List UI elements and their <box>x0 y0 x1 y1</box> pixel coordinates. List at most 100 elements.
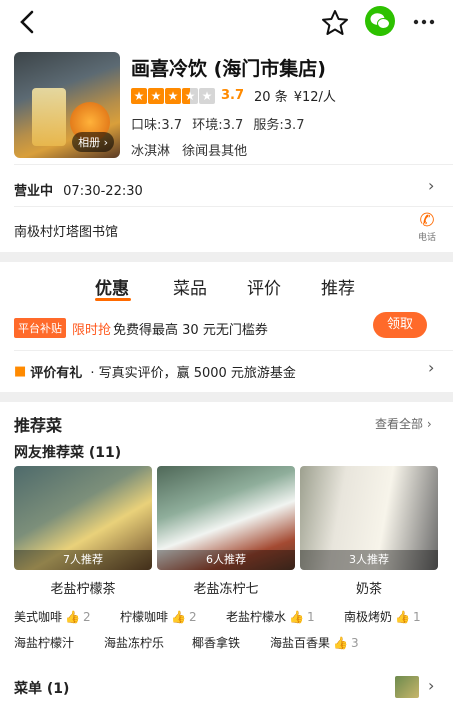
dish-tag-count: 3 <box>350 636 359 650</box>
active-tab-indicator <box>95 298 131 301</box>
review-gift-title: 评价有礼 <box>30 366 83 381</box>
subsection-title: 网友推荐菜 (11) <box>14 445 122 461</box>
dish-name: 老盐冻柠七 <box>193 582 259 597</box>
chevron-right-icon[interactable]: › <box>428 676 434 695</box>
phone-label: 电话 <box>417 233 436 243</box>
dish-tag-name: 海盐百香果 <box>270 636 331 650</box>
divider <box>14 164 453 165</box>
service-score: 服务:3.7 <box>253 118 305 133</box>
tab-bar: 优惠 菜品 评价 推荐 <box>0 274 453 300</box>
review-gift-text: · 写真实评价，赢 5000 元旅游基金 <box>90 366 296 381</box>
dish-tag-name: 海盐柠檬汁 <box>14 636 75 650</box>
divider <box>14 206 453 207</box>
rating-row: ★ ★ ★ ★ ★ 3.7 20 条 ¥12/人 <box>131 86 336 105</box>
dish-tag-count: 1 <box>306 610 315 624</box>
platform-subsidy-badge: 平台补贴 <box>14 318 66 338</box>
wechat-icon[interactable] <box>365 6 395 36</box>
menu-title: 菜单 (1) <box>14 681 70 697</box>
dish-tag-count: 1 <box>412 610 421 624</box>
open-status: 营业中 <box>14 184 54 199</box>
dish-tag-name: 美式咖啡 <box>14 610 63 624</box>
review-count[interactable]: 20 条 <box>254 86 288 105</box>
dish-tag-name: 椰香拿铁 <box>192 636 241 650</box>
environment-score: 环境:3.7 <box>192 118 244 133</box>
shop-name: 画喜冷饮 (海门市集店) <box>131 58 326 80</box>
dish-tag[interactable]: 老盐柠檬水 👍 1 <box>226 608 315 625</box>
promo-row[interactable]: 平台补贴 限时抢 免费得最高 30 元无门槛券 <box>14 318 268 338</box>
see-all-label: 查看全部 <box>375 417 424 431</box>
section-title: 推荐菜 <box>14 416 63 435</box>
district: 徐闻县其他 <box>182 144 248 159</box>
dish-tag[interactable]: 海盐冻柠乐 <box>104 634 164 651</box>
price-per-person: ¥12/人 <box>293 90 336 105</box>
chevron-right-icon[interactable]: › <box>428 358 434 377</box>
divider <box>14 350 453 351</box>
album-button[interactable]: 相册 › <box>72 132 114 152</box>
promo-text: 免费得最高 30 元无门槛券 <box>113 322 268 338</box>
dish-tag[interactable]: 柠檬咖啡 👍 2 <box>120 608 197 625</box>
dish-name: 老盐柠檬茶 <box>50 582 116 597</box>
menu-thumbnail <box>395 676 419 698</box>
dish-tag[interactable]: 椰香拿铁 <box>192 634 240 651</box>
album-label: 相册 <box>78 136 101 149</box>
rating-score: 3.7 <box>221 88 245 103</box>
sub-scores: 口味:3.7 环境:3.7 服务:3.7 <box>131 114 304 133</box>
star-outline-icon[interactable] <box>320 8 350 38</box>
dish-recommend-count: 6人推荐 <box>157 550 295 570</box>
top-nav-bar <box>0 0 453 44</box>
dish-tag-name: 南极烤奶 <box>344 610 393 624</box>
thumbs-up-icon: 👍 <box>171 610 186 624</box>
star-half-icon: ★ <box>182 87 198 104</box>
drink-image <box>32 88 66 146</box>
rating-stars: ★ ★ ★ ★ ★ <box>131 87 215 104</box>
claim-button[interactable]: 领取 <box>373 312 427 338</box>
phone-icon: ✆ <box>419 210 435 231</box>
hours-text: 07:30-22:30 <box>63 184 143 199</box>
chevron-left-icon[interactable] <box>14 8 42 36</box>
dish-tag-name: 海盐冻柠乐 <box>104 636 165 650</box>
dish-card[interactable]: 3人推荐 <box>300 466 438 570</box>
more-dots-icon[interactable] <box>410 8 438 36</box>
dish-tag[interactable]: 海盐百香果 👍 3 <box>270 634 359 651</box>
thumbs-up-icon: 👍 <box>65 610 80 624</box>
star-icon: ★ <box>148 87 164 104</box>
thumbs-up-icon: 👍 <box>395 610 410 624</box>
limited-label: 限时抢 <box>72 322 112 338</box>
address[interactable]: 南极村灯塔图书馆 <box>14 221 118 240</box>
dish-tag[interactable]: 海盐柠檬汁 <box>14 634 74 651</box>
dish-tag[interactable]: 南极烤奶 👍 1 <box>344 608 421 625</box>
shop-info-card: 相册 › 画喜冷饮 (海门市集店) ★ ★ ★ ★ ★ 3.7 20 条 ¥12… <box>0 44 453 252</box>
star-empty-icon: ★ <box>199 87 215 104</box>
thumbs-up-icon: 👍 <box>289 610 304 624</box>
recommended-dishes-card: 推荐菜 查看全部 › 网友推荐菜 (11) 7人推荐 6人推荐 3人推荐 老盐柠… <box>0 402 453 670</box>
dish-tag-name: 老盐柠檬水 <box>226 610 287 624</box>
tab-discount[interactable]: 优惠 <box>95 274 129 299</box>
thumbs-up-icon: 👍 <box>333 636 348 650</box>
dish-card[interactable]: 6人推荐 <box>157 466 295 570</box>
see-all-link[interactable]: 查看全部 › <box>375 415 432 432</box>
taste-score: 口味:3.7 <box>131 118 183 133</box>
dish-recommend-count: 3人推荐 <box>300 550 438 570</box>
tab-dishes[interactable]: 菜品 <box>173 274 207 299</box>
gift-icon: ■ <box>14 364 27 379</box>
phone-button[interactable]: ✆ 电话 <box>412 210 442 244</box>
review-gift-row[interactable]: ■ 评价有礼 · 写真实评价，赢 5000 元旅游基金 <box>14 362 296 381</box>
dish-name: 奶茶 <box>355 582 382 597</box>
menu-row[interactable]: 菜单 (1) › <box>0 670 453 704</box>
dish-card[interactable]: 7人推荐 <box>14 466 152 570</box>
dish-tag-count: 2 <box>188 610 197 624</box>
category-row: 冰淇淋 徐闻县其他 <box>131 140 247 159</box>
tab-recommend[interactable]: 推荐 <box>321 274 355 299</box>
dish-recommend-count: 7人推荐 <box>14 550 152 570</box>
dish-tag-name: 柠檬咖啡 <box>120 610 169 624</box>
category: 冰淇淋 <box>131 144 171 159</box>
chevron-right-icon[interactable]: › <box>428 176 434 195</box>
dish-tag-count: 2 <box>82 610 91 624</box>
star-icon: ★ <box>131 87 147 104</box>
business-hours-row[interactable]: 营业中 07:30-22:30 <box>14 180 143 199</box>
shop-photo[interactable]: 相册 › <box>14 52 120 158</box>
star-icon: ★ <box>165 87 181 104</box>
tab-reviews[interactable]: 评价 <box>247 274 281 299</box>
tabs-promo-card: 优惠 菜品 评价 推荐 平台补贴 限时抢 免费得最高 30 元无门槛券 领取 ■… <box>0 262 453 392</box>
dish-tag[interactable]: 美式咖啡 👍 2 <box>14 608 91 625</box>
